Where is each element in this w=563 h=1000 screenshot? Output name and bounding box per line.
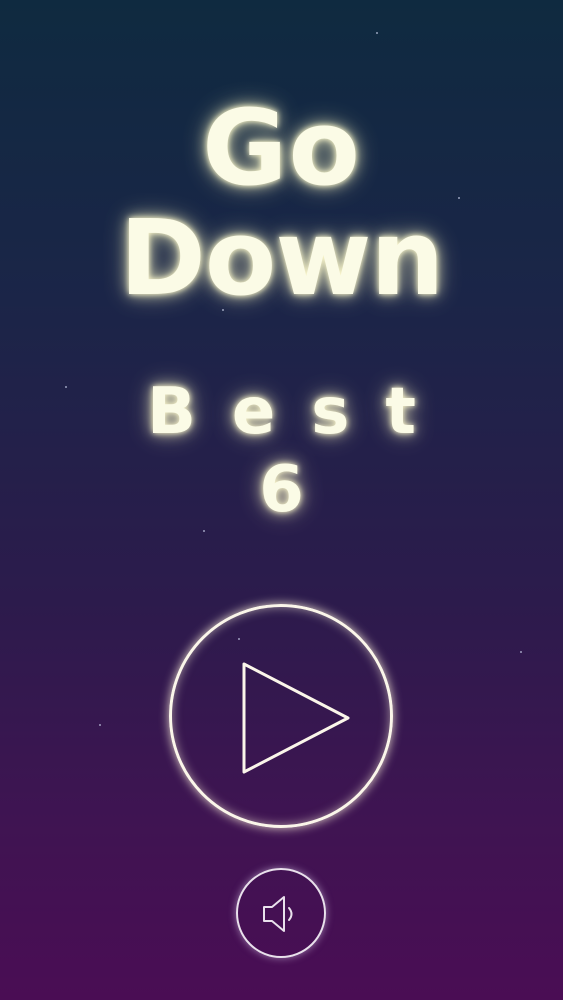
best-score-label: Best: [147, 375, 452, 449]
star: [99, 724, 101, 726]
play-button[interactable]: [169, 604, 393, 828]
game-title-line-1: Go: [202, 87, 361, 209]
sound-toggle-button[interactable]: [236, 868, 326, 958]
star: [520, 651, 522, 653]
game-title-line-2: Down: [119, 197, 445, 319]
star: [376, 32, 378, 34]
best-score-value: 6: [259, 453, 304, 527]
